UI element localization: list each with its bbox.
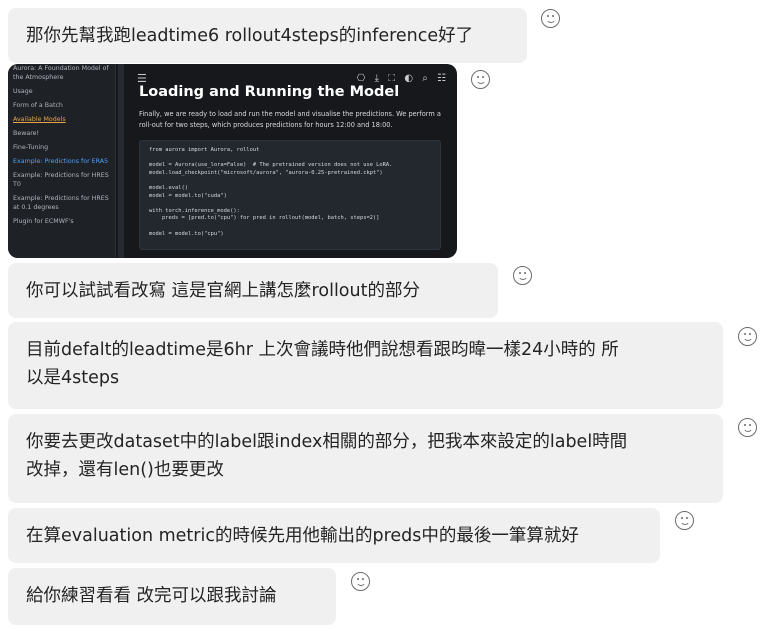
docs-paragraph: Finally, we are ready to load and run th… <box>139 110 441 129</box>
code-line: with torch.inference_mode(): <box>149 207 240 214</box>
smiley-react-icon[interactable] <box>675 511 694 530</box>
message-bubble[interactable]: 在算evaluation metric的時候先用他輸出的preds中的最後一筆算… <box>8 508 660 563</box>
message-bubble[interactable]: 那你先幫我跑leadtime6 rollout4steps的inference好… <box>8 8 527 63</box>
smiley-react-icon[interactable] <box>351 572 370 591</box>
sidebar-link: Example: Predictions for HRES T0 <box>13 172 109 188</box>
smiley-react-icon[interactable] <box>513 266 532 285</box>
message-bubble[interactable]: 目前defalt的leadtime是6hr 上次會議時他們說想看跟昀暐一樣24小… <box>8 322 723 409</box>
message-text: 你可以試試看改寫 這是官網上講怎麼rollout的部分 <box>26 281 420 301</box>
sidebar-link-active: Example: Predictions for ERA5 <box>13 158 109 165</box>
message-bubble[interactable]: 給你練習看看 改完可以跟我討論 <box>8 568 336 625</box>
message-text-line: 以是4steps <box>26 368 120 388</box>
docs-sidebar: Aurora: A Foundation Model of the Atmosp… <box>8 64 116 258</box>
sidebar-link: Beware! <box>13 130 40 137</box>
code-line: model = Aurora(use_lora=False) # The pre… <box>149 162 393 169</box>
message-bubble[interactable]: 你要去更改dataset中的label跟index相關的部分，把我本來設定的la… <box>8 414 723 503</box>
sidebar-link: Form of a Batch <box>13 102 63 109</box>
docs-heading: Loading and Running the Model <box>139 84 400 100</box>
sidebar-link: Aurora: A Foundation Model of the Atmosp… <box>13 65 109 81</box>
docs-content: ☰ ⎔ ⤓ ⛶ ◐ ⌕ ☷ Loading and Running the Mo… <box>124 64 457 258</box>
code-block: from aurora import Aurora, rollout model… <box>139 140 441 250</box>
message-text: 在算evaluation metric的時候先用他輸出的preds中的最後一筆算… <box>26 526 579 546</box>
code-line: model = model.to("cuda") <box>149 192 227 199</box>
message-text-line: 你要去更改dataset中的label跟index相關的部分，把我本來設定的la… <box>26 432 628 452</box>
message-bubble[interactable]: 你可以試試看改寫 這是官網上講怎麼rollout的部分 <box>8 263 498 318</box>
message-text: 給你練習看看 改完可以跟我討論 <box>26 586 277 606</box>
code-line: model.eval() <box>149 184 188 191</box>
sidebar-link: Fine-Tuning <box>13 144 49 151</box>
code-line: from aurora import Aurora, rollout <box>149 147 260 153</box>
smiley-react-icon[interactable] <box>471 70 490 89</box>
smiley-react-icon[interactable] <box>738 327 757 346</box>
smiley-react-icon[interactable] <box>541 9 560 28</box>
sidebar-link: Usage <box>13 88 33 95</box>
message-text: 那你先幫我跑leadtime6 rollout4steps的inference好… <box>26 26 474 46</box>
code-line: preds = [pred.to("cpu") for pred in roll… <box>149 215 380 222</box>
sidebar-link-current: Available Models <box>13 116 66 123</box>
smiley-react-icon[interactable] <box>738 418 757 437</box>
code-line: model = model.to("cpu") <box>149 230 224 237</box>
shared-screenshot-image[interactable]: Aurora: A Foundation Model of the Atmosp… <box>8 64 457 258</box>
sidebar-link: Example: Predictions for HRES at 0.1 deg… <box>13 195 109 211</box>
message-text-line: 目前defalt的leadtime是6hr 上次會議時他們說想看跟昀暐一樣24小… <box>26 340 619 360</box>
message-text-line: 改掉，還有len()也要更改 <box>26 460 224 480</box>
sidebar-link: Plugin for ECMWF's <box>13 218 74 225</box>
code-line: model.load_checkpoint("microsoft/aurora"… <box>149 169 383 176</box>
